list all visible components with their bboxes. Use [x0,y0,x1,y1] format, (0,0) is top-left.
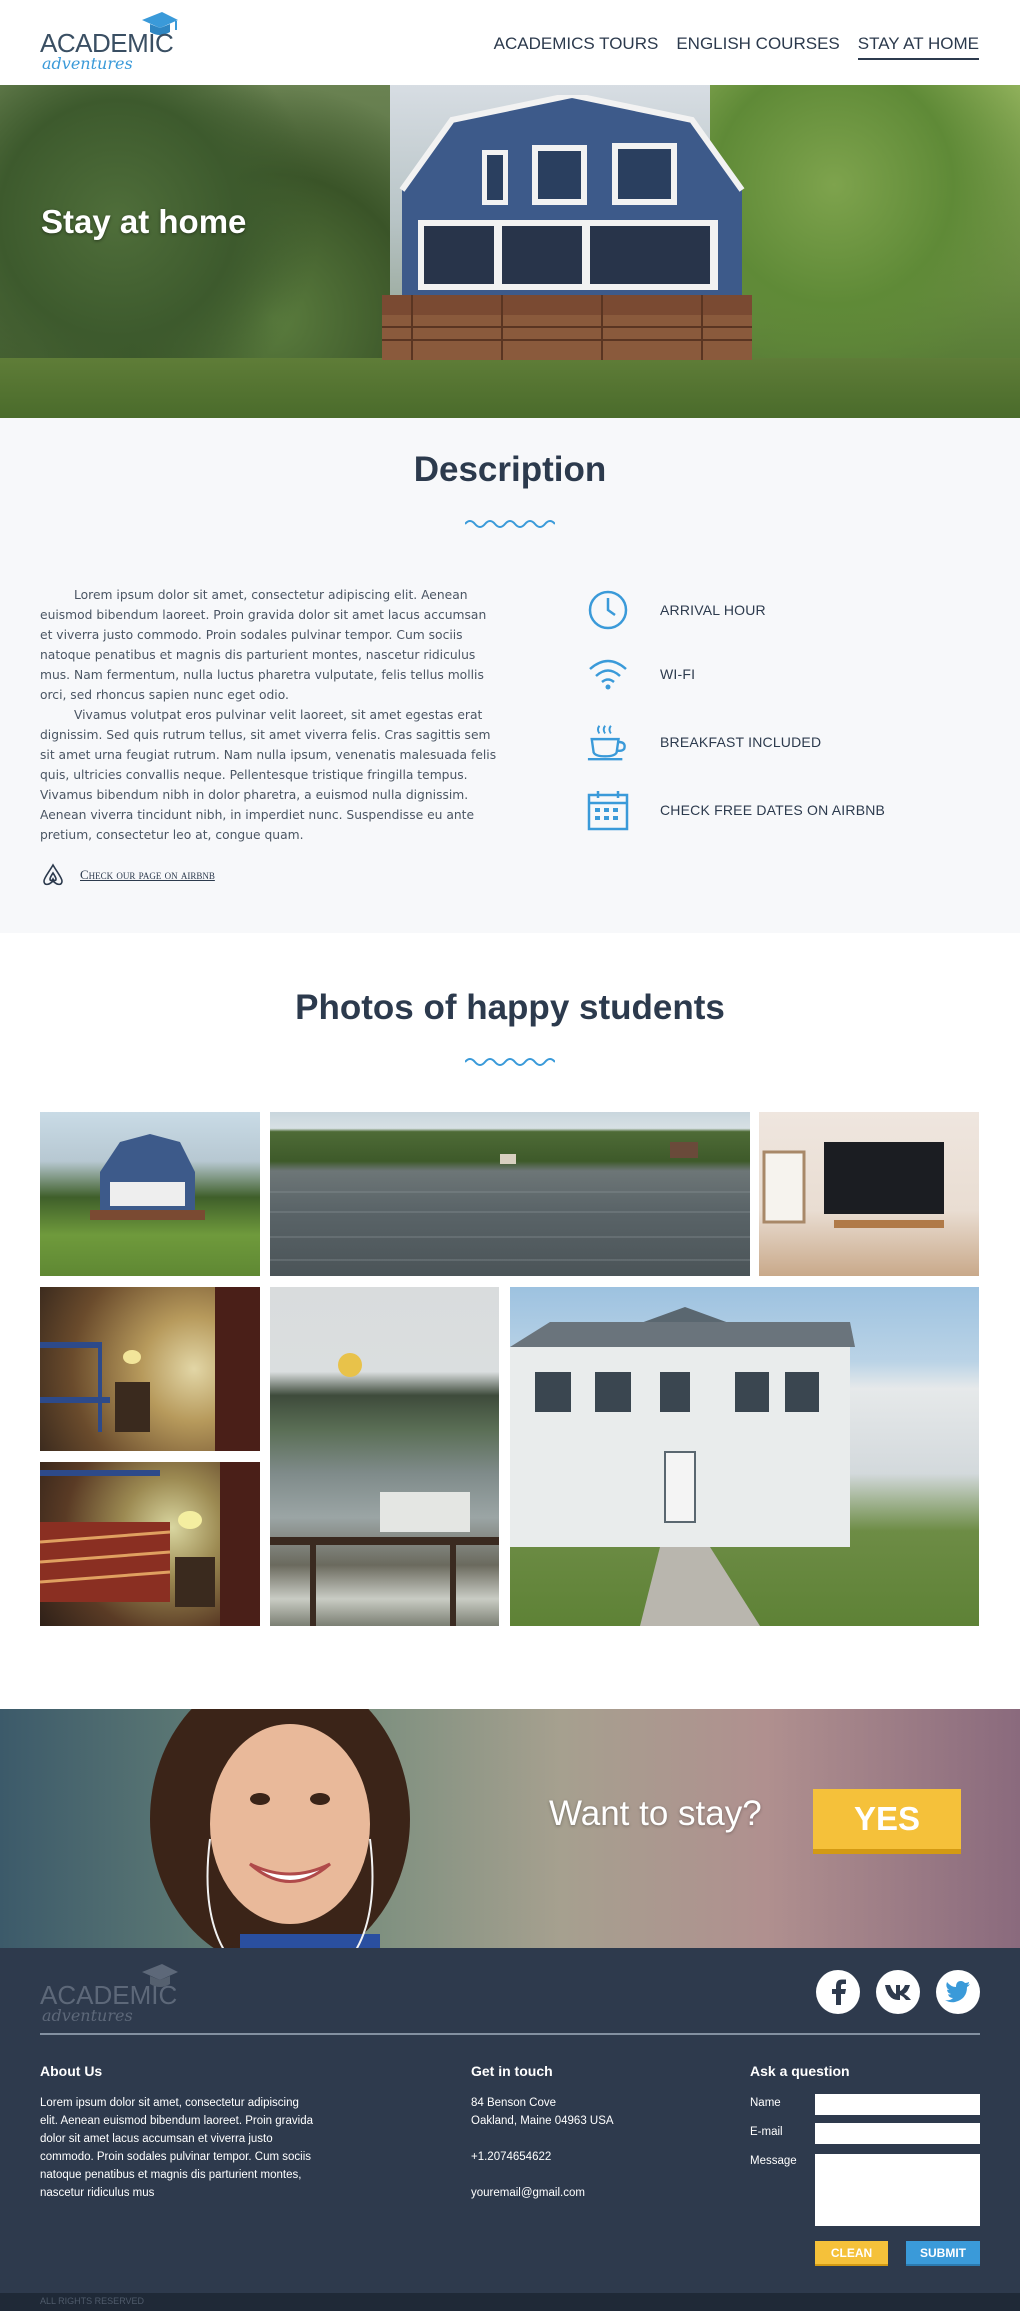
message-label: Message [750,2155,797,2167]
contact-title: Get in touch [471,2063,553,2079]
feature-label: BREAKFAST INCLUDED [660,734,822,750]
footer-bottom-bar: ALL RIGHTS RESERVED [0,2293,1020,2311]
footer-logo[interactable]: ACADEMIC adventures [40,1960,190,2025]
cta-banner: Want to stay? YES [0,1709,1020,1948]
feature-breakfast: BREAKFAST INCLUDED [586,720,821,764]
site-footer: ACADEMIC adventures About Us Lorem ipsum… [0,1948,1020,2311]
feature-label: WI-FI [660,666,696,682]
address-line-2: Oakland, Maine 04963 USA [471,2115,614,2127]
cta-text: Want to stay? [549,1794,762,1833]
form-title: Ask a question [750,2063,850,2079]
clock-icon [586,588,630,632]
email-address[interactable]: youremail@gmail.com [471,2184,585,2202]
message-field[interactable] [815,2154,980,2226]
feature-arrival-hour: ARRIVAL HOUR [586,588,766,632]
main-nav: ACADEMICS TOURS ENGLISH COURSES STAY AT … [494,34,979,60]
facebook-icon[interactable] [816,1970,860,2014]
airbnb-icon [43,863,63,886]
photo-lake[interactable] [270,1112,750,1276]
photo-bunk-bed-room[interactable] [40,1287,260,1451]
feature-label: ARRIVAL HOUR [660,602,766,618]
photo-bedroom-lamp[interactable] [40,1462,260,1626]
name-label: Name [750,2097,781,2109]
photos-title: Photos of happy students [295,988,725,1027]
description-paragraph-2: Vivamus volutpat eros pulvinar velit lao… [40,708,497,842]
clean-button[interactable]: CLEAN [815,2241,888,2266]
site-header: ACADEMIC adventures ACADEMICS TOURS ENGL… [0,0,1020,85]
smiling-student-illustration [150,1709,410,1948]
nav-stay-at-home[interactable]: STAY AT HOME [857,34,979,60]
copyright-text: ALL RIGHTS RESERVED [40,2296,145,2306]
description-section: Description Lorem ipsum dolor sit amet, … [0,418,1020,933]
twitter-icon[interactable] [936,1970,980,2014]
social-links [816,1970,980,2014]
yes-button[interactable]: YES [813,1789,961,1854]
description-title: Description [413,450,607,489]
feature-wifi: WI-FI [586,652,695,696]
site-logo[interactable]: ACADEMIC adventures [40,10,190,73]
about-text: Lorem ipsum dolor sit amet, consectetur … [40,2097,313,2199]
nav-academics-tours[interactable]: ACADEMICS TOURS [494,34,659,60]
email-field[interactable] [815,2123,980,2144]
vk-icon[interactable] [876,1970,920,2014]
airbnb-page-link[interactable]: Check our page on airbnb [80,867,215,883]
footer-divider [40,2033,980,2035]
airbnb-link-row: Check our page on airbnb [40,862,215,888]
submit-button[interactable]: SUBMIT [906,2241,980,2266]
description-paragraph-1: Lorem ipsum dolor sit amet, consectetur … [40,588,487,702]
photo-frozen-lake-dock[interactable] [270,1287,499,1626]
house-illustration [382,95,752,360]
coffee-cup-icon [586,720,630,764]
photo-house-yard[interactable] [40,1112,260,1276]
address-line-1: 84 Benson Cove [471,2097,557,2109]
calendar-icon [586,788,630,832]
feature-free-dates: CHECK FREE DATES ON AIRBNB [586,788,885,832]
wifi-icon [586,652,630,696]
hero-banner: Stay at home [0,85,1020,418]
name-field[interactable] [815,2094,980,2115]
logo-text-adventures: adventures [42,2006,133,2025]
wave-divider [465,520,555,528]
logo-text-adventures: adventures [42,54,133,73]
photo-white-cottage[interactable] [510,1287,979,1626]
feature-label: CHECK FREE DATES ON AIRBNB [660,802,886,818]
about-title: About Us [40,2063,103,2079]
nav-english-courses[interactable]: ENGLISH COURSES [676,34,839,60]
hero-title: Stay at home [41,203,247,240]
wave-divider [465,1058,555,1066]
phone-number[interactable]: +1.2074654622 [471,2148,551,2166]
description-text: Lorem ipsum dolor sit amet, consectetur … [40,585,502,845]
email-label: E-mail [750,2126,783,2138]
photo-living-room-tv[interactable] [759,1112,979,1276]
